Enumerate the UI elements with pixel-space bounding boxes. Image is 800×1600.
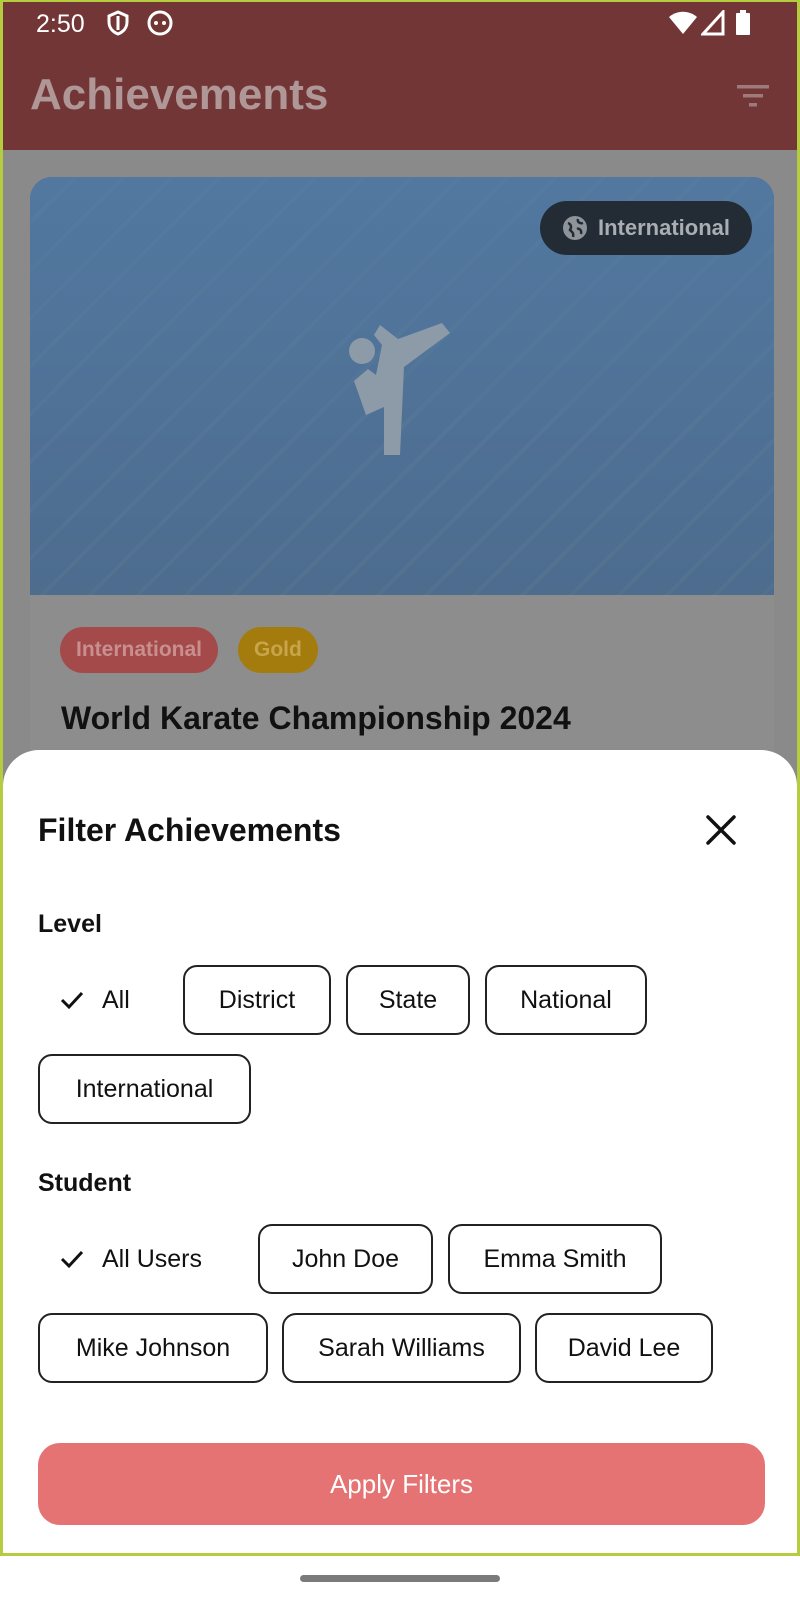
tag-gold: Gold [238, 627, 318, 673]
karate-icon [349, 323, 450, 455]
level-chip-district[interactable]: District [183, 965, 331, 1035]
level-badge-label: International [597, 215, 730, 240]
sheet-title: Filter Achievements [38, 812, 341, 848]
signal-icon [701, 10, 725, 36]
gesture-handle[interactable] [300, 1575, 500, 1582]
level-badge: International [539, 201, 752, 255]
app-bar: 2:50 Achievements [3, 2, 797, 150]
student-chip-david-lee[interactable]: David Lee [535, 1313, 713, 1383]
app-frame: 2:50 Achievements International Internat… [0, 0, 800, 1556]
filter-icon[interactable] [735, 82, 771, 110]
tag-international: International [60, 627, 219, 673]
close-icon[interactable] [703, 812, 739, 848]
status-time: 2:50 [36, 10, 85, 38]
student-chip-john-doe[interactable]: John Doe [258, 1224, 433, 1294]
card-title: World Karate Championship 2024 [61, 700, 571, 736]
check-icon [60, 1250, 84, 1269]
card-media: International [30, 177, 774, 595]
level-chip-national[interactable]: National [485, 965, 647, 1035]
student-chip-all-users[interactable]: All Users [38, 1224, 238, 1294]
student-section-label: Student [38, 1169, 132, 1197]
student-chip-emma-smith[interactable]: Emma Smith [448, 1224, 662, 1294]
filter-bottom-sheet: Filter Achievements Level All District S… [3, 750, 797, 1553]
level-chip-international[interactable]: International [38, 1054, 251, 1124]
globe-icon [562, 216, 587, 240]
student-chip-sarah-williams[interactable]: Sarah Williams [282, 1313, 521, 1383]
android-face-icon [147, 10, 173, 36]
wifi-icon [669, 11, 697, 34]
student-chip-mike-johnson[interactable]: Mike Johnson [38, 1313, 268, 1383]
shield-icon [107, 10, 129, 36]
apply-filters-button[interactable]: Apply Filters [38, 1443, 765, 1525]
battery-icon [736, 10, 750, 35]
level-section-label: Level [38, 910, 102, 938]
check-icon [60, 991, 84, 1010]
level-chip-state[interactable]: State [346, 965, 470, 1035]
page-title: Achievements [30, 70, 329, 119]
level-chip-all[interactable]: All [38, 965, 168, 1035]
